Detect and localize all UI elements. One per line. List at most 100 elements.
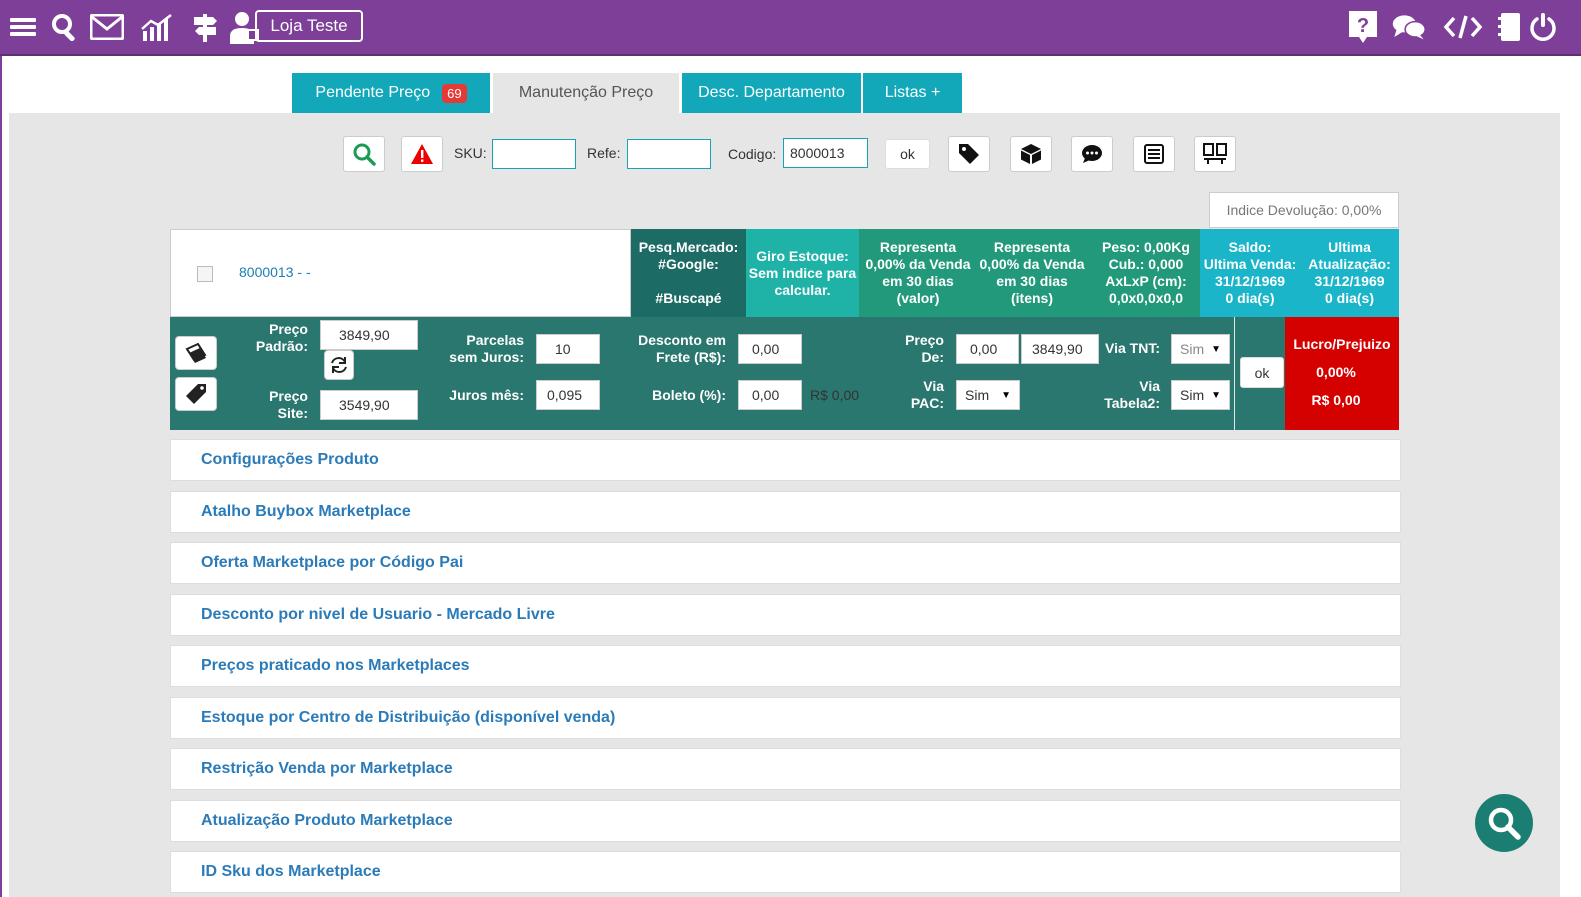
alert-button[interactable] — [401, 136, 443, 172]
label-line: Frete (R$): — [655, 349, 726, 365]
via-tnt-label: Via TNT: — [1105, 340, 1160, 356]
info-line: #Google: — [658, 256, 719, 272]
via-tabela2-label: Via Tabela2: — [1090, 378, 1160, 412]
price-ok-button[interactable]: ok — [1240, 357, 1284, 388]
desconto-frete-input[interactable]: 0,00 — [738, 334, 802, 364]
list-button[interactable] — [1133, 136, 1175, 172]
tab-desc-departamento[interactable]: Desc. Departamento — [682, 73, 861, 113]
boleto-input[interactable]: 0,00 — [738, 380, 802, 410]
list-icon — [1144, 144, 1164, 164]
select-value: Sim — [1180, 387, 1205, 403]
representa-valor: Representa 0,00% da Venda em 30 dias (va… — [864, 229, 972, 317]
label-line: Via — [923, 378, 944, 394]
lucro-title: Lucro/Prejuizo — [1293, 336, 1391, 352]
juros-input[interactable]: 0,095 — [536, 380, 600, 410]
notebook-icon[interactable] — [1492, 10, 1526, 44]
money-button[interactable] — [175, 336, 217, 370]
preco-de-input[interactable]: 0,00 — [956, 334, 1019, 364]
info-line: (itens) — [1011, 290, 1053, 306]
accordion-oferta-marketplace[interactable]: Oferta Marketplace por Código Pai — [170, 542, 1401, 584]
info-line: Giro Estoque: — [756, 247, 849, 264]
tab-pendente-preco[interactable]: Pendente Preço 69 — [292, 73, 490, 113]
preco-padrao-input[interactable]: 3849,90 — [320, 320, 418, 350]
product-image — [197, 266, 213, 282]
info-line: 0,00% da Venda — [979, 256, 1085, 272]
search-button[interactable] — [343, 136, 385, 172]
comment-icon — [1082, 145, 1102, 163]
pesq-mercado[interactable]: Pesq.Mercado: #Google: #Buscapé — [631, 229, 746, 317]
accordion-atalho-buybox[interactable]: Atalho Buybox Marketplace — [170, 491, 1401, 533]
info-line: 31/12/1969 — [1214, 273, 1286, 289]
help-icon[interactable]: ? — [1346, 10, 1380, 44]
label-line: Padrão: — [255, 338, 308, 354]
via-tabela2-select[interactable]: Sim ▼ — [1171, 380, 1230, 410]
chevron-down-icon: ▼ — [1211, 389, 1221, 401]
lucro-value: R$ 0,00 — [1311, 392, 1361, 408]
menu-icon[interactable] — [6, 10, 40, 44]
product-code-link[interactable]: 8000013 - - — [239, 264, 311, 280]
refresh-button[interactable] — [324, 350, 354, 380]
chart-icon[interactable] — [140, 10, 174, 44]
price-panel: Preço Padrão: 3849,90 Preço Site: 3549,9… — [170, 317, 1234, 430]
refe-input[interactable] — [627, 139, 711, 169]
info-line: #Buscapé — [655, 290, 722, 306]
box-button[interactable] — [1010, 136, 1052, 172]
info-line: Cub.: 0,000 — [1108, 256, 1184, 272]
select-value: Sim — [965, 387, 990, 403]
accordion-desconto-nivel-usuario[interactable]: Desconto por nivel de Usuario - Mercado … — [170, 594, 1401, 636]
accordion-precos-marketplaces[interactable]: Preços praticado nos Marketplaces — [170, 645, 1401, 687]
code-icon[interactable] — [1442, 10, 1484, 44]
columns-button[interactable] — [1194, 136, 1236, 172]
lucro-prejuizo-box: Lucro/Prejuizo 0,00% R$ 0,00 — [1285, 317, 1399, 430]
refe-label: Refe: — [587, 145, 621, 161]
parcelas-input[interactable]: 10 — [536, 334, 600, 364]
label-line: Preço — [269, 388, 308, 404]
search-icon[interactable] — [48, 10, 82, 44]
power-icon[interactable] — [1526, 10, 1560, 44]
via-pac-select[interactable]: Sim ▼ — [956, 380, 1020, 410]
label-line: Preço — [269, 321, 308, 337]
accordion-estoque-centro-distribuicao[interactable]: Estoque por Centro de Distribuição (disp… — [170, 697, 1401, 739]
label-line: Site: — [277, 405, 308, 421]
preco-site-input[interactable]: 3549,90 — [320, 390, 418, 420]
preco-de-value-input[interactable]: 3849,90 — [1021, 334, 1099, 364]
signpost-icon[interactable] — [188, 10, 222, 44]
lucro-percent: 0,00% — [1316, 364, 1356, 380]
saldo: Saldo: Ultima Venda: 31/12/1969 0 dia(s) — [1200, 229, 1300, 317]
info-line: Sem indice para — [748, 264, 857, 281]
tab-label: Desc. Departamento — [698, 84, 845, 101]
juros-label: Juros mês: — [449, 387, 524, 403]
comment-button[interactable] — [1071, 136, 1113, 172]
label-line: Preço — [905, 332, 944, 348]
accordion-atualizacao-produto[interactable]: Atualização Produto Marketplace — [170, 800, 1401, 842]
chat-icon[interactable] — [1392, 10, 1426, 44]
floating-search-button[interactable] — [1475, 794, 1533, 852]
accordion-restricao-venda[interactable]: Restrição Venda por Marketplace — [170, 748, 1401, 790]
store-button[interactable]: Loja Teste — [255, 10, 363, 42]
indice-devolucao: Indice Devolução: 0,00% — [1209, 192, 1399, 228]
label-line: PAC: — [910, 395, 944, 411]
codigo-input[interactable]: 8000013 — [783, 138, 868, 168]
info-line: Representa — [993, 239, 1071, 255]
mail-icon[interactable] — [90, 10, 124, 44]
tab-label: Listas + — [884, 84, 941, 101]
count-badge: 69 — [442, 83, 467, 103]
tab-listas[interactable]: Listas + — [863, 73, 962, 113]
info-line: 0,00% da Venda — [865, 256, 971, 272]
accordion-id-sku[interactable]: ID Sku dos Marketplace — [170, 851, 1401, 893]
info-line: Ultima — [1328, 239, 1371, 255]
tab-manutencao-preco[interactable]: Manutenção Preço — [493, 73, 679, 113]
tag-button[interactable] — [948, 136, 990, 172]
via-tnt-select[interactable]: Sim ▼ — [1171, 334, 1230, 364]
info-line: 31/12/1969 — [1314, 273, 1385, 289]
boleto-label: Boleto (%): — [652, 387, 726, 403]
chevron-down-icon: ▼ — [1211, 343, 1221, 355]
accordion-configuracoes-produto[interactable]: Configurações Produto — [170, 439, 1401, 481]
preco-padrao-label: Preço Padrão: — [250, 321, 308, 355]
search-ok-button[interactable]: ok — [885, 139, 930, 169]
sku-input[interactable] — [492, 139, 576, 169]
giro-estoque: Giro Estoque: Sem indice para calcular. — [746, 229, 859, 317]
label-line: Tabela2: — [1104, 395, 1160, 411]
price-tag-button[interactable] — [175, 377, 217, 411]
refresh-icon — [331, 357, 347, 373]
